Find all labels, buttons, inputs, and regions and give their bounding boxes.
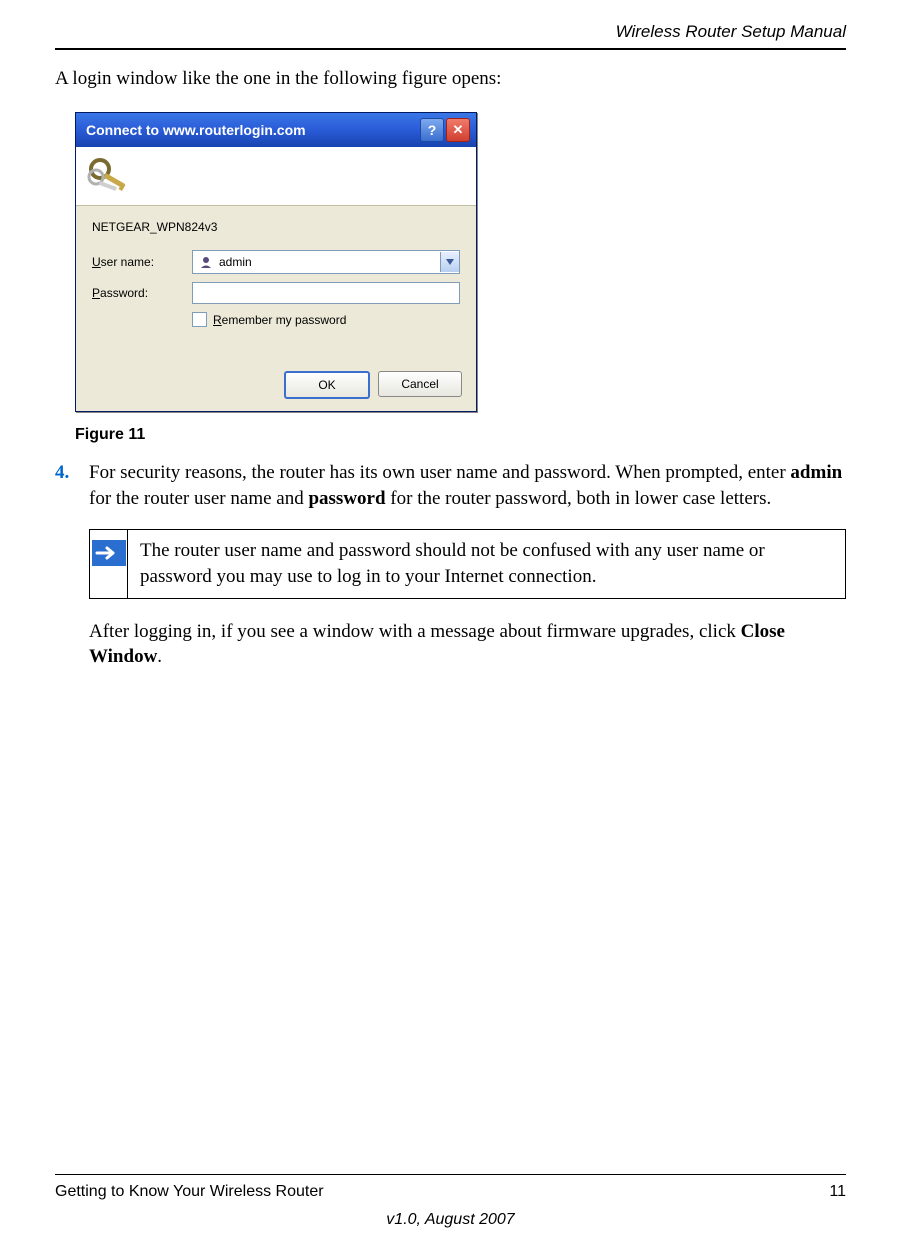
realm-label: NETGEAR_WPN824v3 <box>92 220 460 234</box>
login-dialog-figure: Connect to www.routerlogin.com ? ✕ <box>75 112 846 412</box>
note-box: The router user name and password should… <box>89 529 846 598</box>
username-label: User name: <box>92 255 192 269</box>
close-button[interactable]: ✕ <box>446 118 470 142</box>
footer-section: Getting to Know Your Wireless Router <box>55 1183 324 1201</box>
dialog-title: Connect to www.routerlogin.com <box>86 122 306 138</box>
dropdown-button[interactable] <box>440 252 459 272</box>
dialog-banner <box>76 147 476 206</box>
username-value: admin <box>219 255 440 269</box>
ok-button[interactable]: OK <box>284 371 370 399</box>
password-input[interactable] <box>192 282 460 304</box>
note-text: The router user name and password should… <box>128 530 845 597</box>
remember-label: Remember my password <box>213 313 346 327</box>
username-input[interactable]: admin <box>192 250 460 274</box>
cancel-button[interactable]: Cancel <box>378 371 462 397</box>
page-number: 11 <box>829 1183 846 1201</box>
figure-caption: Figure 11 <box>75 426 846 444</box>
header-rule <box>55 48 846 50</box>
close-icon: ✕ <box>453 122 464 138</box>
chevron-down-icon <box>446 259 454 265</box>
header-title: Wireless Router Setup Manual <box>55 22 846 42</box>
login-dialog: Connect to www.routerlogin.com ? ✕ <box>75 112 477 412</box>
step-4: 4. For security reasons, the router has … <box>55 460 846 511</box>
step-text: For security reasons, the router has its… <box>89 460 846 511</box>
dialog-titlebar: Connect to www.routerlogin.com ? ✕ <box>76 113 476 147</box>
note-arrow-icon <box>92 540 126 566</box>
remember-checkbox[interactable] <box>192 312 207 327</box>
help-icon: ? <box>428 122 437 138</box>
password-label: Password: <box>92 286 192 300</box>
footer-version: v1.0, August 2007 <box>55 1211 846 1229</box>
after-login-text: After logging in, if you see a window wi… <box>89 619 846 670</box>
footer-rule <box>55 1174 846 1175</box>
page-footer: Getting to Know Your Wireless Router 11 … <box>55 1174 846 1229</box>
keys-icon <box>86 155 134 200</box>
help-button[interactable]: ? <box>420 118 444 142</box>
intro-text: A login window like the one in the follo… <box>55 68 846 90</box>
user-icon <box>197 253 215 271</box>
step-number: 4. <box>55 460 89 511</box>
